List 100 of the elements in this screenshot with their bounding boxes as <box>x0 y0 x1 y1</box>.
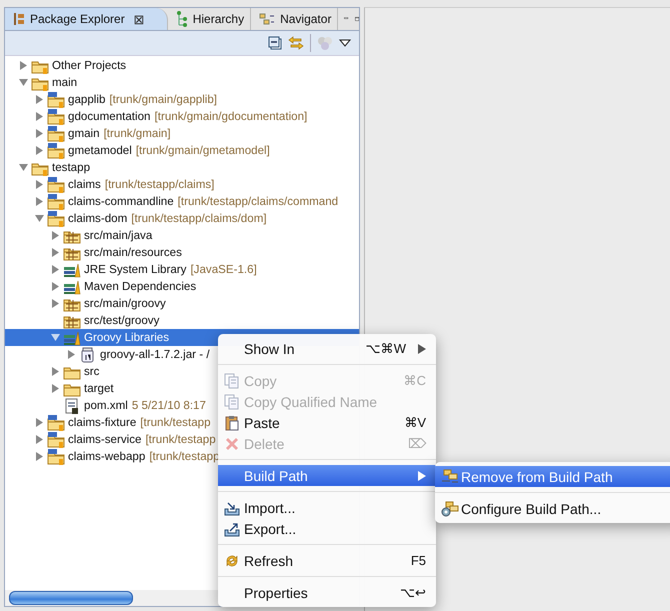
expand-arrow-icon[interactable] <box>35 435 44 444</box>
books-icon <box>63 278 81 294</box>
collapse-all-icon[interactable] <box>268 36 282 50</box>
expand-arrow-icon[interactable] <box>35 146 44 155</box>
project-folder-icon <box>47 210 65 226</box>
shortcut-label: ⌘C <box>404 373 426 388</box>
repository-path: [trunk/gmain] <box>104 127 171 140</box>
scrollbar-thumb[interactable] <box>9 591 133 605</box>
tree-item-label: Maven Dependencies <box>84 280 196 293</box>
tree-item-label: Other Projects <box>52 59 126 72</box>
project-folder-icon <box>47 194 65 210</box>
repository-path: [trunk/testapp <box>149 450 220 463</box>
expand-arrow-icon[interactable] <box>51 282 60 291</box>
expand-arrow-icon[interactable] <box>51 231 60 240</box>
menu-item[interactable]: Remove from Build Path <box>435 466 670 487</box>
expand-arrow-icon[interactable] <box>51 367 60 376</box>
repository-path: [JavaSE-1.6] <box>190 263 257 276</box>
expand-arrow-icon[interactable] <box>67 350 76 359</box>
expand-arrow-icon[interactable] <box>35 180 44 189</box>
expand-arrow-icon[interactable] <box>35 214 44 223</box>
copy-icon <box>224 394 240 410</box>
expand-arrow-icon[interactable] <box>35 197 44 206</box>
project-folder-icon <box>47 142 65 158</box>
tree-row[interactable]: Maven Dependencies <box>5 278 359 295</box>
clipboard-icon <box>224 414 240 430</box>
expand-arrow-icon[interactable] <box>19 78 28 87</box>
tree-row[interactable]: gdocumentation [trunk/gmain/gdocumentation] <box>5 108 359 125</box>
repository-path: 5 5/21/10 8:17 <box>132 399 206 412</box>
tree-item-label: groovy-all-1.7.2.jar - / <box>100 348 210 361</box>
tree-row[interactable]: claims-dom [trunk/testapp/claims/dom] <box>5 210 359 227</box>
file-icon <box>63 398 81 414</box>
shortcut-label: ⌦ <box>408 436 426 451</box>
menu-item[interactable]: Properties ⌥↩ <box>218 582 436 603</box>
menu-item[interactable]: Configure Build Path... <box>435 498 670 519</box>
tree-row[interactable]: gapplib [trunk/gmain/gapplib] <box>5 91 359 108</box>
expand-arrow-icon[interactable] <box>35 129 44 138</box>
submenu-arrow-icon <box>418 344 426 354</box>
menu-item[interactable]: Build Path <box>218 465 436 486</box>
expand-arrow-icon[interactable] <box>35 95 44 104</box>
delete-icon <box>224 436 240 452</box>
tree-row[interactable]: main <box>5 74 359 91</box>
view-menu-icon[interactable] <box>339 39 351 47</box>
expand-arrow-icon[interactable] <box>51 384 60 393</box>
focus-icon <box>317 36 333 50</box>
tree-item-label: claims-service <box>68 433 142 446</box>
shortcut-label: F5 <box>410 553 426 568</box>
project-folder-icon <box>47 432 65 448</box>
tree-row[interactable]: gmetamodel [trunk/gmain/gmetamodel] <box>5 142 359 159</box>
books-icon <box>63 330 81 346</box>
close-tab-button[interactable]: ⊠ <box>134 12 145 26</box>
project-folder-icon <box>47 108 65 124</box>
expand-arrow-icon[interactable] <box>51 333 60 342</box>
expand-arrow-icon[interactable] <box>35 418 44 427</box>
tree-item-label: src <box>84 365 100 378</box>
tree-item-label: main <box>52 76 78 89</box>
project-folder-icon <box>47 126 65 142</box>
shortcut-label: ⌘V <box>404 415 426 430</box>
repository-path: [trunk/testapp/claims/command <box>178 195 338 208</box>
tree-row[interactable]: src/main/resources <box>5 244 359 261</box>
submenu-arrow-icon <box>418 470 426 480</box>
menu-item[interactable]: Refresh F5 <box>218 550 436 571</box>
tree-item-label: gdocumentation <box>68 110 151 123</box>
view-tab[interactable]: Navigator <box>251 8 338 30</box>
expand-arrow-icon[interactable] <box>51 265 60 274</box>
books-icon <box>63 262 81 278</box>
project-folder-icon <box>47 176 65 192</box>
expand-arrow-icon[interactable] <box>19 61 28 70</box>
tree-row[interactable]: src/main/groovy <box>5 295 359 312</box>
menu-item[interactable]: Import... <box>218 497 436 518</box>
link-arrows-icon[interactable] <box>288 35 304 51</box>
tree-row[interactable]: JRE System Library [JavaSE-1.6] <box>5 261 359 278</box>
copy-icon <box>224 372 240 388</box>
tree-row[interactable]: Other Projects <box>5 57 359 74</box>
repository-path: [trunk/testapp <box>145 433 216 446</box>
project-folder-icon <box>47 448 65 464</box>
expand-arrow-icon[interactable] <box>51 248 60 257</box>
view-tab[interactable]: Package Explorer ⊠ <box>5 8 168 30</box>
tree-row[interactable]: testapp <box>5 159 359 176</box>
export-icon <box>224 520 240 536</box>
expand-arrow-icon[interactable] <box>19 163 28 172</box>
menu-item[interactable]: Export... <box>218 518 436 539</box>
repository-path: [trunk/testapp/claims] <box>104 178 214 191</box>
tree-row[interactable]: src/test/groovy <box>5 312 359 329</box>
shortcut-label: ⌥⌘W <box>366 341 406 356</box>
expand-arrow-icon[interactable] <box>35 452 44 461</box>
tree-item-label: gmetamodel <box>68 144 132 157</box>
tree-item-label: src/main/java <box>84 229 152 242</box>
expand-arrow-icon[interactable] <box>51 299 60 308</box>
tree-item-label: src/test/groovy <box>84 314 160 327</box>
tree-row[interactable]: claims-commandline [trunk/testapp/claims/command <box>5 193 359 210</box>
tree-item-label: src/main/groovy <box>84 297 166 310</box>
tree-row[interactable]: src/main/java <box>5 227 359 244</box>
expand-arrow-icon[interactable] <box>35 112 44 121</box>
tree-row[interactable]: gmain [trunk/gmain] <box>5 125 359 142</box>
menu-item[interactable]: Paste ⌘V <box>218 412 436 433</box>
project-folder-icon <box>47 92 65 108</box>
view-tab[interactable]: Hierarchy <box>168 8 252 30</box>
remove-icon <box>441 468 459 484</box>
tree-row[interactable]: claims [trunk/testapp/claims] <box>5 176 359 193</box>
tree-item-label: testapp <box>52 161 90 174</box>
